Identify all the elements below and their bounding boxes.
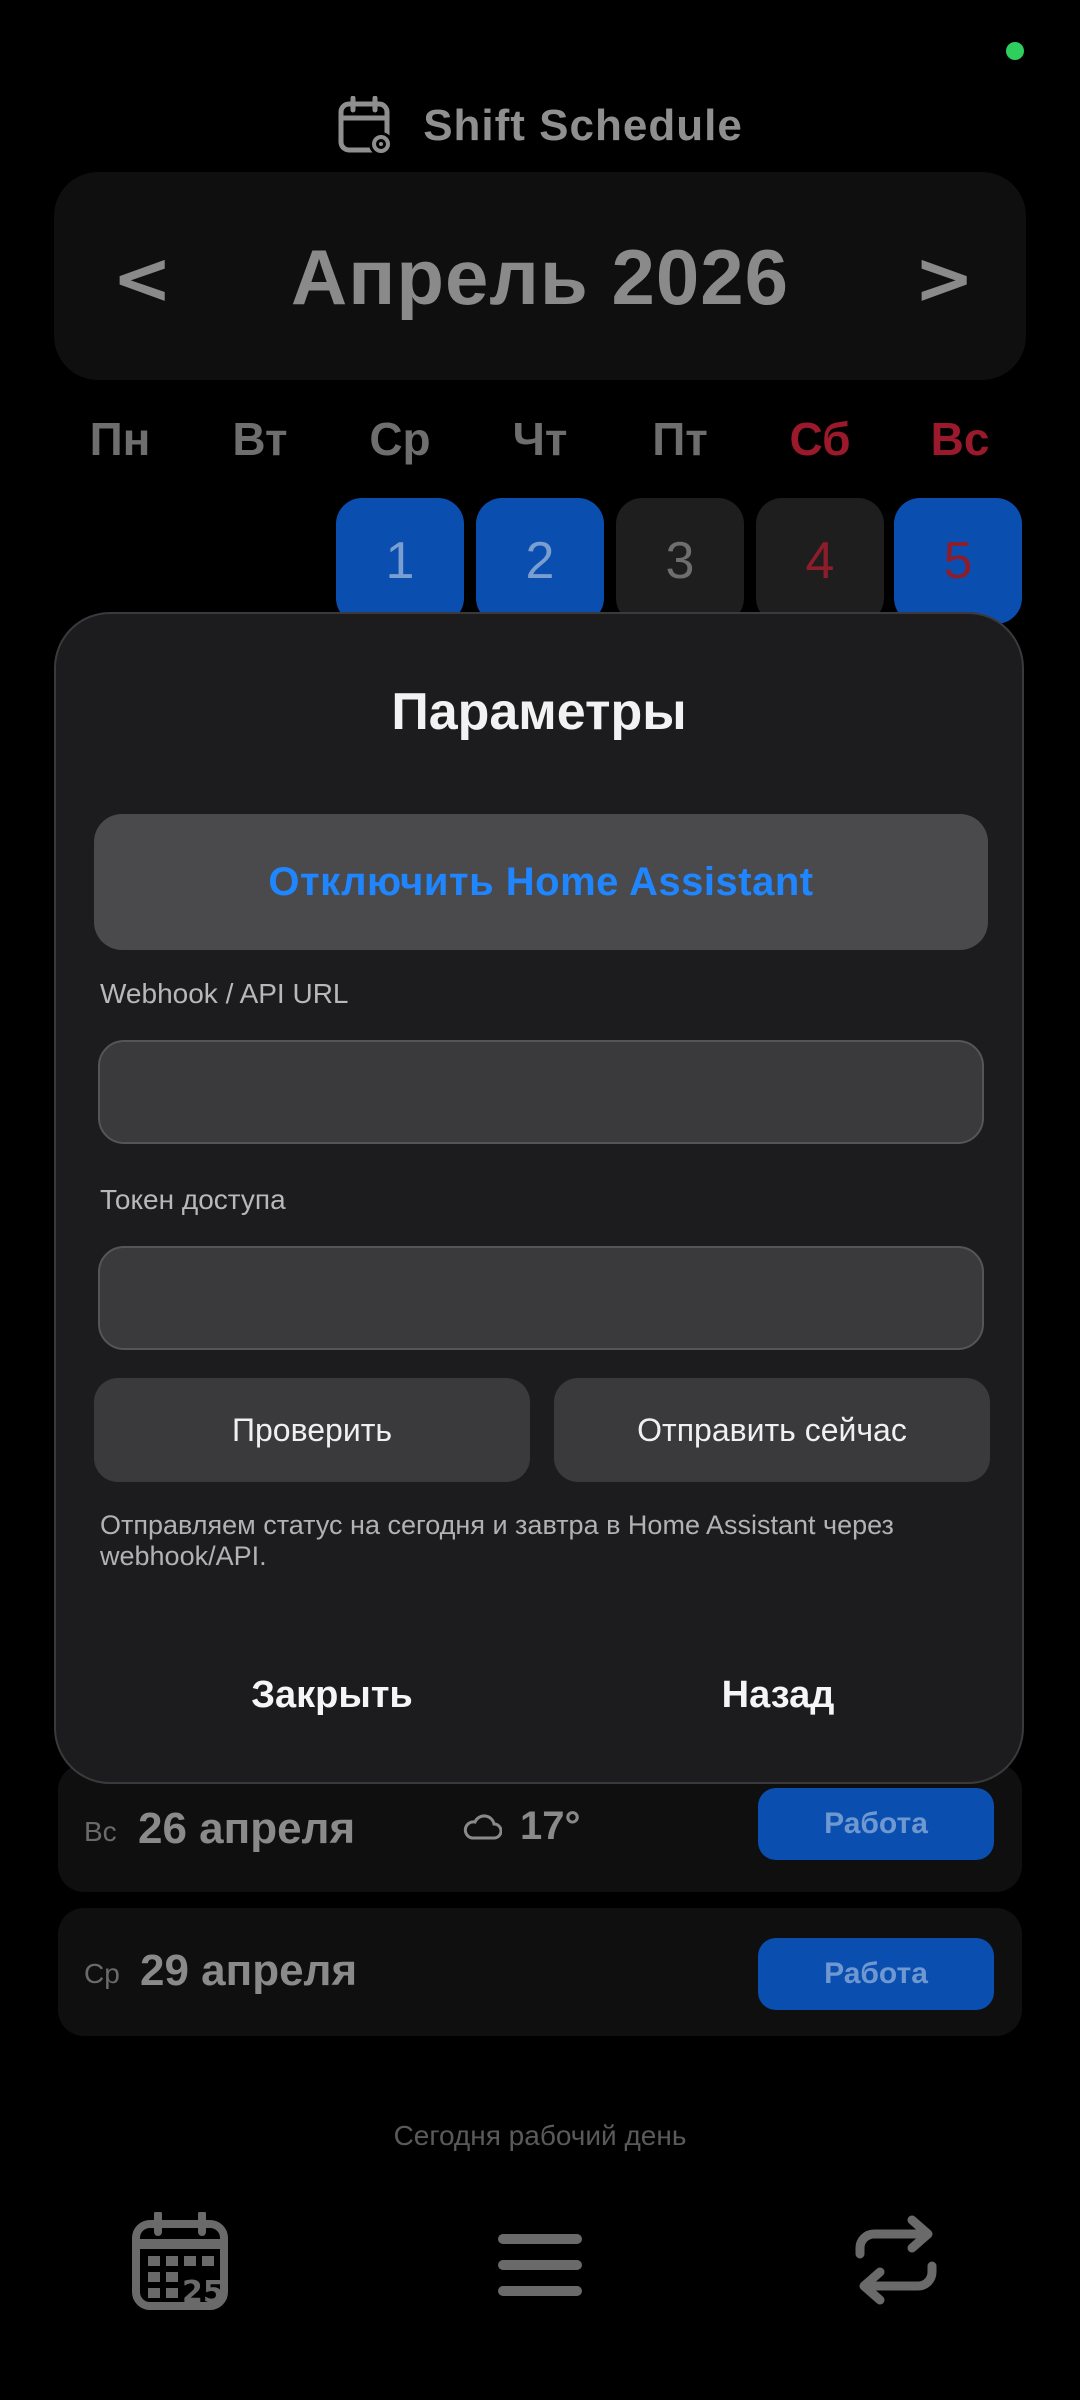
weekday-tue: Вт [232, 413, 288, 465]
row-date: 29 апреля [140, 1946, 358, 1995]
app-title: Shift Schedule [423, 101, 743, 150]
row-temperature: 17° [520, 1804, 581, 1848]
modal-title: Параметры [391, 683, 687, 741]
modal-hint-text: Отправляем статус на сегодня и завтра в … [100, 1510, 894, 1571]
row-weather: 17° [462, 1804, 581, 1849]
weekday-thu: Чт [512, 413, 568, 465]
day-cell[interactable]: 2 [476, 498, 604, 624]
webhook-url-label: Webhook / API URL [100, 978, 349, 1009]
weekday-sun: Вс [930, 413, 990, 465]
back-button[interactable]: Назад [628, 1674, 928, 1717]
day-cell[interactable]: 3 [616, 498, 744, 624]
row-weekday: Вс [84, 1816, 117, 1847]
row-weekday: Ср [84, 1958, 120, 1989]
status-badge[interactable]: Работа [758, 1938, 994, 2010]
calendar-icon[interactable]: 25 [130, 2212, 230, 2312]
cloud-icon [463, 1813, 502, 1839]
shift-list-item[interactable]: Ср 29 апреля Работа [58, 1908, 1022, 2036]
next-month-button[interactable]: > [914, 236, 974, 320]
weekday-wed: Ср [369, 413, 431, 465]
disconnect-home-assistant-button[interactable]: Отключить Home Assistant [94, 814, 988, 950]
access-token-input[interactable] [98, 1246, 984, 1350]
calendar-gear-icon [338, 96, 394, 156]
status-indicator-dot [1006, 42, 1024, 60]
day-cell[interactable]: 4 [756, 498, 884, 624]
day-cell[interactable]: 5 [894, 498, 1022, 624]
close-button[interactable]: Закрыть [182, 1674, 482, 1717]
check-button[interactable]: Проверить [94, 1378, 530, 1482]
sync-icon[interactable] [846, 2214, 946, 2306]
access-token-label: Токен доступа [100, 1184, 286, 1215]
webhook-url-input[interactable] [98, 1040, 984, 1144]
status-badge[interactable]: Работа [758, 1788, 994, 1860]
month-title: Апрель 2026 [290, 233, 790, 321]
weekday-sat: Сб [789, 413, 851, 465]
weekday-mon: Пн [89, 413, 151, 465]
settings-modal: Параметры Отключить Home Assistant Webho… [54, 612, 1024, 1784]
menu-icon[interactable] [496, 2230, 584, 2300]
app-header: Shift Schedule [0, 96, 1080, 156]
row-date: 26 апреля [138, 1804, 356, 1853]
day-cell[interactable]: 1 [336, 498, 464, 624]
send-now-button[interactable]: Отправить сейчас [554, 1378, 990, 1482]
weekday-fri: Пт [652, 413, 708, 465]
today-status-text: Сегодня рабочий день [393, 2120, 687, 2151]
svg-text:25: 25 [182, 2275, 224, 2310]
